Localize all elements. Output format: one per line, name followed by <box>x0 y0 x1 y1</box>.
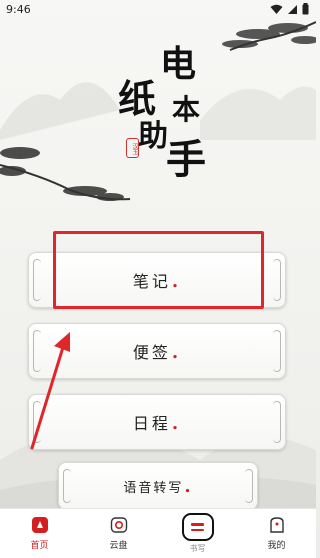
nav-home[interactable]: 首页 <box>10 509 70 551</box>
status-icons <box>270 3 309 15</box>
title-char-5: 手 <box>166 136 206 183</box>
profile-icon <box>269 517 284 533</box>
signal-icon <box>288 4 297 14</box>
nav-write-label: 书写 <box>189 544 206 553</box>
wifi-icon <box>270 4 283 14</box>
title-char-1: 电 <box>160 43 197 85</box>
voice-transcribe-label: 语音转写. <box>123 475 193 497</box>
memo-label: 便签. <box>132 342 182 363</box>
status-time: 9:46 <box>6 2 31 16</box>
home-icon <box>31 517 48 533</box>
title-char-3: 本 <box>172 93 201 126</box>
title-char-2: 纸 <box>118 76 157 121</box>
red-seal-stamp: 汉玉 <box>126 138 139 158</box>
nav-write[interactable]: 书写 <box>168 509 228 554</box>
schedule-label: 日程. <box>132 413 182 434</box>
nav-cloud[interactable]: 云盘 <box>89 509 149 551</box>
nav-mine-label: 我的 <box>267 541 286 551</box>
nav-home-label: 首页 <box>30 541 49 551</box>
nav-mine[interactable]: 我的 <box>247 509 307 551</box>
app-title: 电 纸 本 助 手 <box>118 46 210 186</box>
pine-top-right-decoration <box>222 21 316 51</box>
highlight-annotation-box <box>53 231 264 309</box>
arrow-annotation-icon <box>30 332 70 450</box>
write-icon <box>181 513 214 541</box>
voice-transcribe-button[interactable]: 语音转写. <box>58 462 258 510</box>
title-char-4: 助 <box>138 119 168 154</box>
cloud-icon <box>110 517 127 533</box>
battery-icon <box>302 3 309 15</box>
bottom-nav: 首页 云盘 书写 我的 <box>0 508 316 558</box>
nav-cloud-label: 云盘 <box>109 541 128 551</box>
status-bar: 9:46 <box>0 0 316 18</box>
